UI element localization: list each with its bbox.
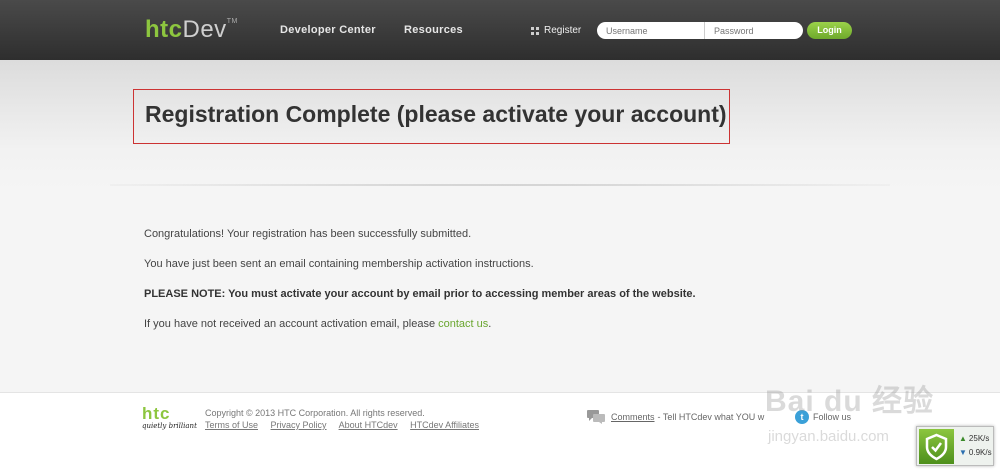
comments-link[interactable]: Comments xyxy=(611,412,655,422)
download-speed: ▼ 0.9K/s xyxy=(959,448,992,457)
copyright-text: Copyright © 2013 HTC Corporation. All ri… xyxy=(205,408,425,418)
footer-links: Terms of Use Privacy Policy About HTCdev… xyxy=(205,420,489,430)
baidu-watermark: Bai du 经验 xyxy=(765,385,935,418)
privacy-policy-link[interactable]: Privacy Policy xyxy=(271,420,327,430)
footer-htc-logo: htc quietly brilliant xyxy=(142,404,197,430)
comment-bubble-icon xyxy=(587,410,605,424)
logo-htc-text: htc xyxy=(145,16,183,43)
register-link[interactable]: Register xyxy=(531,25,581,36)
network-speed-widget[interactable]: ▲ 25K/s ▼ 0.9K/s xyxy=(916,426,994,466)
footer-tagline: quietly brilliant xyxy=(142,422,197,430)
activation-note: PLEASE NOTE: You must activate your acco… xyxy=(144,288,696,300)
divider xyxy=(110,184,890,186)
comments-text: - Tell HTCdev what YOU w xyxy=(657,412,765,422)
no-email-text: If you have not received an account acti… xyxy=(144,318,439,330)
no-email-end: . xyxy=(488,318,492,330)
upload-speed-value: 25K/s xyxy=(968,434,990,443)
congrats-message: Congratulations! Your registration has b… xyxy=(144,228,472,240)
about-htcdev-link[interactable]: About HTCdev xyxy=(339,420,398,430)
htcdev-logo[interactable]: htcDevTM xyxy=(145,16,238,44)
logo-dev-text: Dev xyxy=(182,16,227,43)
no-email-message: If you have not received an account acti… xyxy=(144,318,491,330)
logo-tm-text: TM xyxy=(226,18,238,25)
top-navigation-bar: htcDevTM Developer Center Resources Regi… xyxy=(0,0,1000,60)
download-speed-value: 0.9K/s xyxy=(968,448,992,457)
password-input[interactable] xyxy=(705,22,803,39)
register-label: Register xyxy=(544,25,582,36)
page-title: Registration Complete (please activate y… xyxy=(145,101,727,127)
contact-us-link[interactable]: contact us xyxy=(438,318,488,330)
footer-logo-text: htc xyxy=(142,404,171,423)
security-shield-icon xyxy=(919,429,954,464)
upload-speed: ▲ 25K/s xyxy=(959,434,990,443)
login-button[interactable]: Login xyxy=(807,22,852,39)
baidu-watermark-url: jingyan.baidu.com xyxy=(768,428,889,445)
grid-icon xyxy=(531,26,539,35)
htcdev-affiliates-link[interactable]: HTCdev Affiliates xyxy=(410,420,479,430)
email-sent-message: You have just been sent an email contain… xyxy=(144,258,534,270)
nav-developer-center[interactable]: Developer Center xyxy=(280,24,376,36)
username-input[interactable] xyxy=(597,22,705,39)
nav-resources[interactable]: Resources xyxy=(404,24,463,36)
terms-of-use-link[interactable]: Terms of Use xyxy=(205,420,258,430)
login-form xyxy=(597,22,803,39)
comments-section: Comments - Tell HTCdev what YOU w xyxy=(587,410,764,424)
